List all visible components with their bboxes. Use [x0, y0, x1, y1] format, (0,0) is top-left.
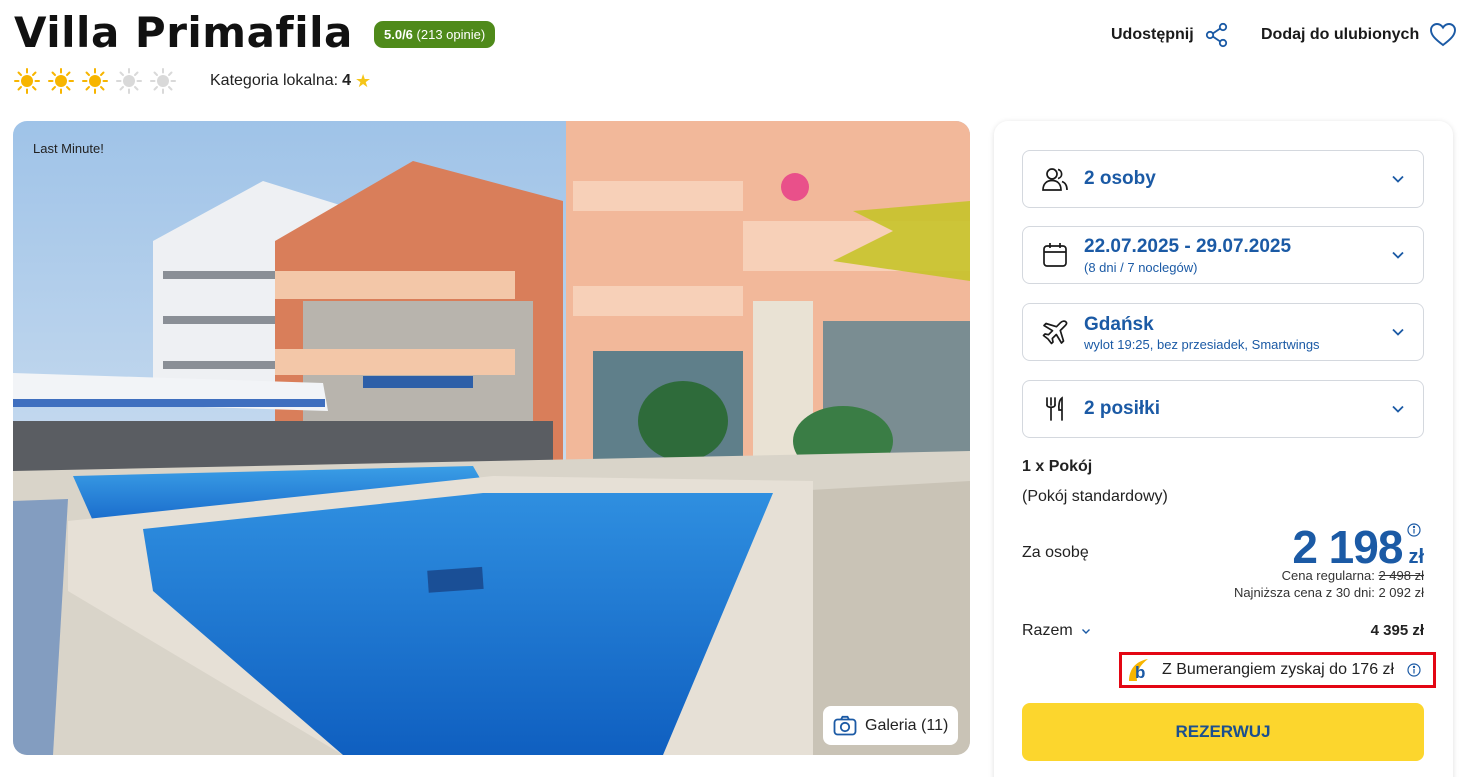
total-value: 4 395 zł [1370, 622, 1424, 639]
calendar-icon [1043, 243, 1067, 267]
chevron-down-icon [1392, 175, 1404, 183]
departure-city: Gdańsk [1084, 314, 1154, 335]
chevron-down-icon [1081, 628, 1090, 634]
sun-icon [48, 68, 74, 94]
room-type: (Pokój standardowy) [1022, 488, 1168, 505]
chevron-down-icon [1392, 405, 1404, 413]
sun-icon-empty [116, 68, 142, 94]
dates-value: 22.07.2025 - 29.07.2025 [1084, 236, 1292, 257]
category-label: Kategoria lokalna: [210, 72, 339, 89]
regular-price-value: 2 498 zł [1378, 568, 1424, 583]
rating-badge[interactable]: 5.0/6 (213 opinie) [374, 21, 496, 48]
rating-score: 5.0/6 [384, 27, 413, 42]
regular-label: Cena regularna: [1281, 568, 1375, 583]
share-icon [1205, 22, 1227, 48]
camera-icon [833, 715, 857, 735]
favorite-label: Dodaj do ulubionych [1261, 26, 1420, 43]
bumerang-promo[interactable]: b Z Bumerangiem zyskaj do 176 zł [1119, 652, 1436, 688]
local-category: Kategoria lokalna: 4 ★ [210, 72, 371, 90]
rating-count: (213 opinie) [416, 27, 486, 42]
guests-value: 2 osoby [1084, 168, 1156, 189]
meals-value: 2 posiłki [1084, 398, 1161, 419]
sun-icon [82, 68, 108, 94]
bumerang-logo-icon: b [1129, 659, 1148, 682]
bumerang-text: Z Bumerangiem zyskaj do 176 zł [1162, 661, 1395, 678]
sun-icon [14, 68, 40, 94]
fork-knife-icon [1046, 396, 1063, 421]
dates-sub: (8 dni / 7 noclegów) [1084, 260, 1198, 275]
per-person-label: Za osobę [1022, 544, 1089, 561]
gallery-label: Galeria (11) [865, 716, 949, 734]
total-label: Razem [1022, 622, 1073, 639]
last-minute-tag: Last Minute! [33, 141, 104, 156]
hotel-photo[interactable] [13, 121, 970, 755]
info-icon[interactable] [1407, 523, 1421, 537]
share-button[interactable]: Udostępnij [1111, 22, 1230, 48]
svg-text:b: b [1135, 663, 1145, 682]
departure-sub: wylot 19:25, bez przesiadek, Smartwings [1084, 337, 1320, 352]
sun-icon-empty [150, 68, 176, 94]
gallery-button[interactable]: Galeria (11) [823, 706, 959, 745]
hotel-title: Villa Primafila [14, 8, 353, 57]
info-icon[interactable] [1407, 663, 1421, 677]
price-value: 2 198 [1292, 521, 1403, 573]
total-toggle[interactable]: Razem [1022, 622, 1091, 640]
departure-select[interactable]: Gdańsk wylot 19:25, bez przesiadek, Smar… [1022, 303, 1424, 361]
category-value: 4 [342, 72, 351, 89]
people-icon [1042, 168, 1068, 191]
chevron-down-icon [1392, 328, 1404, 336]
lowest-price: Najniższa cena z 30 dni: 2 092 zł [1233, 585, 1424, 600]
share-label: Udostępnij [1111, 26, 1194, 43]
heart-icon [1430, 23, 1457, 47]
meals-select[interactable]: 2 posiłki [1022, 380, 1424, 438]
price-currency: zł [1408, 546, 1424, 568]
star-icon: ★ [355, 71, 372, 91]
price-per-person: 2 198 zł [1292, 520, 1424, 574]
chevron-down-icon [1392, 251, 1404, 259]
plane-icon [1042, 320, 1068, 345]
dates-select[interactable]: 22.07.2025 - 29.07.2025 (8 dni / 7 nocle… [1022, 226, 1424, 284]
reserve-button[interactable]: REZERWUJ [1022, 703, 1424, 761]
guests-select[interactable]: 2 osoby [1022, 150, 1424, 208]
regular-price: Cena regularna: 2 498 zł [1282, 568, 1424, 583]
favorite-button[interactable]: Dodaj do ulubionych [1261, 22, 1457, 48]
room-count: 1 x Pokój [1022, 458, 1093, 475]
sun-rating [14, 68, 176, 94]
